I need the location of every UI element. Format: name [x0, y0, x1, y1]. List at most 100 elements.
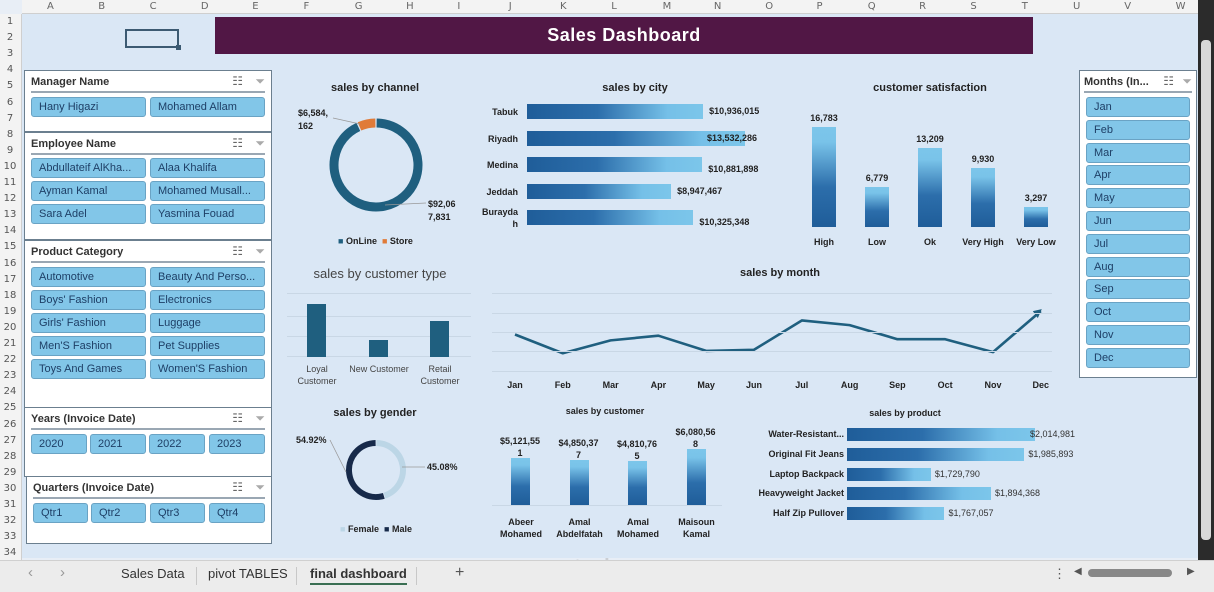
horizontal-scrollbar[interactable] [1088, 569, 1172, 577]
column-header[interactable]: L [611, 1, 617, 12]
row-header[interactable]: 31 [0, 499, 20, 510]
row-header[interactable]: 23 [0, 370, 20, 381]
column-header[interactable]: F [304, 1, 310, 12]
row-header[interactable]: 20 [0, 322, 20, 333]
slicer-item[interactable]: Ayman Kamal [31, 181, 146, 201]
row-header[interactable]: 29 [0, 467, 20, 478]
vertical-scrollbar[interactable] [1198, 0, 1214, 560]
clear-filter-icon[interactable]: ⏷ [255, 480, 265, 495]
row-header[interactable]: 6 [0, 97, 20, 108]
row-header[interactable]: 33 [0, 531, 20, 542]
scroll-right-icon[interactable]: ▶ [1187, 566, 1195, 577]
row-header[interactable]: 16 [0, 258, 20, 269]
slicer-item[interactable]: Mar [1086, 142, 1190, 163]
row-header[interactable]: 34 [0, 547, 20, 558]
slicer-item[interactable]: Alaa Khalifa [150, 158, 265, 178]
slicer-item[interactable]: Jan [1086, 97, 1190, 117]
slicer-item[interactable]: Qtr2 [91, 503, 146, 523]
column-header[interactable]: P [817, 1, 823, 12]
row-header[interactable]: 2 [0, 32, 20, 43]
row-header[interactable]: 7 [0, 113, 20, 124]
slicer-item[interactable]: May [1086, 188, 1190, 209]
slicer-item[interactable]: Apr [1086, 165, 1190, 186]
slicer-item[interactable]: Boys' Fashion [31, 290, 146, 310]
row-header[interactable]: 25 [0, 402, 20, 413]
slicer-item[interactable]: 2020 [31, 434, 87, 454]
scroll-left-icon[interactable]: ◀ [1074, 566, 1082, 577]
slicer-item[interactable]: Women'S Fashion [150, 359, 265, 379]
slicer-item[interactable]: Sep [1086, 279, 1190, 300]
row-header[interactable]: 18 [0, 290, 20, 301]
column-header[interactable]: J [509, 1, 512, 12]
next-sheet-arrow-icon[interactable]: › [60, 564, 65, 581]
row-header[interactable]: 32 [0, 515, 20, 526]
multi-select-icon[interactable]: ☷ [232, 244, 243, 258]
slicer-item[interactable]: Girls' Fashion [31, 313, 146, 333]
slicer-item[interactable]: Jun [1086, 211, 1190, 231]
column-header[interactable]: H [406, 1, 414, 12]
slicer-item[interactable]: Dec [1086, 347, 1190, 368]
selected-cell[interactable] [125, 29, 181, 50]
slicer-item[interactable]: Nov [1086, 325, 1190, 345]
row-header[interactable]: 28 [0, 451, 20, 462]
slicer-item[interactable]: Electronics [150, 290, 265, 310]
add-sheet-button[interactable]: + [455, 564, 464, 582]
multi-select-icon[interactable]: ☷ [232, 411, 243, 425]
column-header[interactable]: D [201, 1, 209, 12]
slicer-item[interactable]: Yasmina Fouad [150, 204, 265, 224]
column-header[interactable]: E [252, 1, 258, 12]
slicer-item[interactable]: Hany Higazi [31, 97, 146, 117]
row-header[interactable]: 3 [0, 48, 20, 59]
column-header[interactable]: R [919, 1, 926, 12]
column-header[interactable]: I [457, 1, 460, 12]
slicer-item[interactable]: Luggage [150, 313, 265, 333]
multi-select-icon[interactable]: ☷ [1163, 74, 1174, 88]
slicer-item[interactable]: Feb [1086, 119, 1190, 140]
column-header[interactable]: T [1022, 1, 1028, 12]
slicer-item[interactable]: Beauty And Perso... [150, 267, 265, 287]
more-options-icon[interactable]: ⋮ [1053, 566, 1066, 582]
slicer-item[interactable]: 2021 [90, 434, 146, 454]
slicer-item[interactable]: Mohamed Allam [150, 97, 265, 117]
column-header[interactable]: A [47, 1, 54, 12]
slicer-item[interactable]: Sara Adel [31, 204, 146, 224]
row-header[interactable]: 30 [0, 483, 20, 494]
row-header[interactable]: 19 [0, 306, 20, 317]
slicer-item[interactable]: Aug [1086, 256, 1190, 277]
scrollbar-thumb[interactable] [1201, 40, 1211, 540]
column-header[interactable]: K [560, 1, 567, 12]
row-header[interactable]: 15 [0, 241, 20, 252]
clear-filter-icon[interactable]: ⏷ [1182, 74, 1192, 89]
row-header[interactable]: 4 [0, 64, 20, 75]
multi-select-icon[interactable]: ☷ [232, 74, 243, 88]
slicer-item[interactable]: Jul [1086, 233, 1190, 254]
tab-pivot-tables[interactable]: pivot TABLES [208, 566, 288, 581]
slicer-item[interactable]: Qtr3 [150, 503, 205, 523]
row-header[interactable]: 5 [0, 80, 20, 91]
row-header[interactable]: 14 [0, 225, 20, 236]
row-header[interactable]: 17 [0, 274, 20, 285]
row-header[interactable]: 1 [0, 16, 20, 27]
column-header[interactable]: U [1073, 1, 1080, 12]
clear-filter-icon[interactable]: ⏷ [255, 74, 265, 89]
row-header[interactable]: 26 [0, 419, 20, 430]
row-header[interactable]: 10 [0, 161, 20, 172]
slicer-item[interactable]: 2023 [209, 434, 265, 454]
clear-filter-icon[interactable]: ⏷ [255, 244, 265, 259]
column-header[interactable]: O [765, 1, 773, 12]
slicer-item[interactable]: Automotive [31, 267, 146, 287]
slicer-item[interactable]: Mohamed Musall... [150, 181, 265, 201]
column-header[interactable]: C [150, 1, 157, 12]
slicer-item[interactable]: Toys And Games [31, 359, 146, 379]
column-header[interactable]: W [1176, 1, 1186, 12]
slicer-item[interactable]: Abdullateif AlKha... [31, 158, 146, 178]
row-header[interactable]: 21 [0, 338, 20, 349]
row-header[interactable]: 8 [0, 129, 20, 140]
prev-sheet-arrow-icon[interactable]: ‹ [28, 564, 33, 581]
row-header[interactable]: 24 [0, 386, 20, 397]
row-header[interactable]: 27 [0, 435, 20, 446]
multi-select-icon[interactable]: ☷ [232, 136, 243, 150]
slicer-item[interactable]: Oct [1086, 302, 1190, 323]
tab-sales-data[interactable]: Sales Data [121, 566, 185, 581]
slicer-item[interactable]: Men'S Fashion [31, 336, 146, 356]
